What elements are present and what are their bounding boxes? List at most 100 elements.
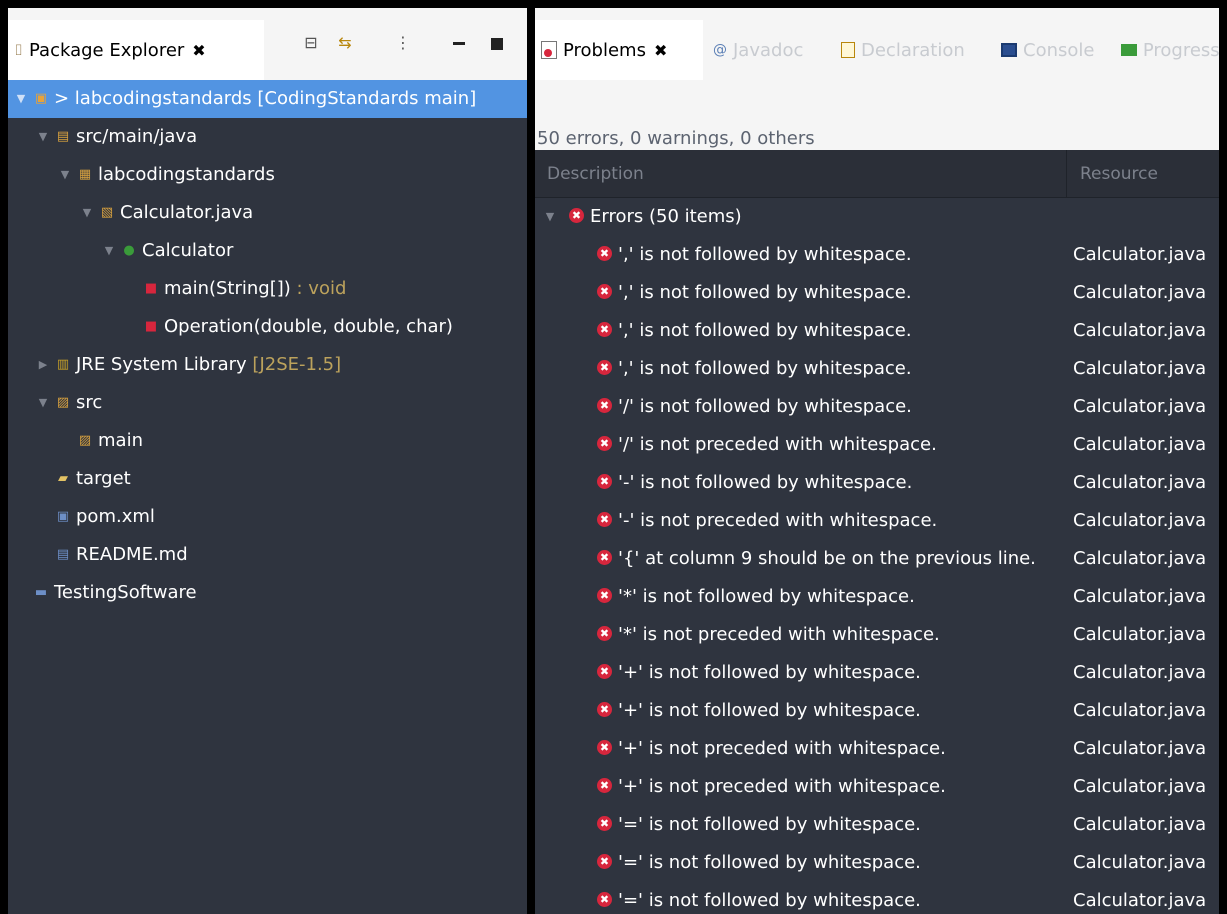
error-description: '{' at column 9 should be on the previou…: [618, 548, 1036, 569]
close-icon[interactable]: ✖: [654, 41, 667, 60]
error-description-cell: ✖ ',' is not followed by whitespace.: [535, 312, 1067, 350]
error-description-cell: ✖ '*' is not preceded with whitespace.: [535, 616, 1067, 654]
table-row[interactable]: ✖ '*' is not followed by whitespace. Calcu…: [535, 578, 1219, 616]
table-row[interactable]: ✖ '+' is not followed by whitespace. Calcu…: [535, 654, 1219, 692]
collapse-all-icon[interactable]: ⊟: [300, 32, 322, 54]
error-description-cell: ✖ '+' is not followed by whitespace.: [535, 654, 1067, 692]
tree-item[interactable]: ▼ ▧ Calculator.java: [8, 194, 527, 232]
error-description-cell: ✖ '-' is not preceded with whitespace.: [535, 502, 1067, 540]
tree-item[interactable]: ▼ ▨ src: [8, 384, 527, 422]
tree-item[interactable]: ▰ target: [8, 460, 527, 498]
tree-item[interactable]: ▼ ▤ src/main/java: [8, 118, 527, 156]
table-row[interactable]: ✖ ',' is not followed by whitespace. Calcu…: [535, 312, 1219, 350]
table-row[interactable]: ✖ ',' is not followed by whitespace. Calcu…: [535, 236, 1219, 274]
tree-item-text: src: [76, 392, 103, 413]
tree-item[interactable]: ▼ ▦ labcodingstandards: [8, 156, 527, 194]
table-row[interactable]: ✖ '{' at column 9 should be on the previo…: [535, 540, 1219, 578]
tree-item-label: Calculator: [142, 232, 233, 270]
tree-item-decoration: : void: [290, 278, 347, 299]
table-row[interactable]: ✖ '=' is not followed by whitespace. Calcu…: [535, 882, 1219, 914]
tab-label: Problems: [563, 39, 646, 61]
tree-item[interactable]: ▬ TestingSoftware: [8, 574, 527, 612]
errors-group-row[interactable]: ▼ ✖ Errors (50 items): [535, 198, 1219, 236]
tab-progress[interactable]: Progress: [1115, 20, 1219, 80]
class-icon: ●: [123, 243, 135, 258]
error-description: '+' is not followed by whitespace.: [618, 700, 921, 721]
table-row[interactable]: ✖ '/' is not followed by whitespace. Calcu…: [535, 388, 1219, 426]
eclipse-workbench: ⌷ Package Explorer ✖ ⊟ ⇆ ⋮ ▼ ▣ > labcoding…: [8, 8, 1219, 914]
column-header-description[interactable]: Description: [535, 150, 1067, 198]
tree-item-label: main(String[]) : void: [164, 270, 346, 308]
table-row[interactable]: ✖ '/' is not preceded with whitespace. Cal…: [535, 426, 1219, 464]
collapse-arrow-icon[interactable]: ▼: [36, 384, 50, 422]
minimize-icon[interactable]: [448, 32, 470, 54]
project-icon: ▣: [34, 91, 48, 106]
error-description: '=' is not followed by whitespace.: [618, 890, 921, 911]
error-resource-cell: Calculator.java: [1073, 700, 1207, 721]
table-row[interactable]: ✖ '-' is not followed by whitespace. Calcu…: [535, 464, 1219, 502]
error-description: '*' is not preceded with whitespace.: [618, 624, 940, 645]
tree-item-label: Calculator.java: [120, 194, 253, 232]
tree-item[interactable]: ▨ main: [8, 422, 527, 460]
error-icon: ✖: [597, 701, 612, 717]
error-resource-cell: Calculator.java: [1073, 396, 1207, 417]
tree-item-text: JRE System Library: [76, 354, 247, 375]
tab-console[interactable]: Console: [995, 20, 1115, 80]
expand-arrow-icon[interactable]: ▼: [543, 198, 557, 236]
declaration-icon: [841, 42, 855, 58]
tree-item[interactable]: ▤ README.md: [8, 536, 527, 574]
tree-item[interactable]: ■ main(String[]) : void: [8, 270, 527, 308]
tree-item[interactable]: ▼ ▣ > labcodingstandards [CodingStandards …: [8, 80, 527, 118]
collapse-arrow-icon[interactable]: ▼: [14, 80, 28, 118]
tab-label: Console: [1023, 39, 1095, 61]
table-row[interactable]: ✖ ',' is not followed by whitespace. Calcu…: [535, 350, 1219, 388]
folder-icon: ▨: [78, 433, 92, 448]
table-row[interactable]: ✖ '*' is not preceded with whitespace. Cal…: [535, 616, 1219, 654]
collapse-arrow-icon[interactable]: ▼: [36, 118, 50, 156]
closed-project-icon: ▬: [34, 585, 48, 600]
tree-item-text: Calculator.java: [120, 202, 254, 223]
table-header: Description Resource: [535, 150, 1219, 198]
error-resource-cell: Calculator.java: [1073, 624, 1207, 645]
table-row[interactable]: ✖ '+' is not followed by whitespace. Calcu…: [535, 692, 1219, 730]
column-header-resource[interactable]: Resource: [1068, 150, 1219, 198]
tab-declaration[interactable]: Declaration: [835, 20, 987, 80]
collapse-arrow-icon[interactable]: ▼: [80, 194, 94, 232]
tree-item-label: README.md: [76, 536, 188, 574]
error-description-cell: ✖ ',' is not followed by whitespace.: [535, 350, 1067, 388]
error-description: '-' is not preceded with whitespace.: [618, 510, 938, 531]
tab-javadoc[interactable]: @ Javadoc: [707, 20, 835, 80]
error-icon: ✖: [569, 207, 584, 223]
tree-item-text: src/main/java: [76, 126, 198, 147]
error-description-cell: ✖ '-' is not followed by whitespace.: [535, 464, 1067, 502]
error-icon: ✖: [597, 549, 612, 565]
table-row[interactable]: ✖ '=' is not followed by whitespace. Calcu…: [535, 806, 1219, 844]
table-row[interactable]: ✖ '-' is not preceded with whitespace. Cal…: [535, 502, 1219, 540]
maximize-icon[interactable]: [486, 32, 508, 54]
tree-item[interactable]: ▣ pom.xml: [8, 498, 527, 536]
table-row[interactable]: ✖ ',' is not followed by whitespace. Calcu…: [535, 274, 1219, 312]
expand-arrow-icon[interactable]: ▶: [36, 346, 50, 384]
view-menu-icon[interactable]: ⋮: [392, 32, 414, 54]
table-row[interactable]: ✖ '+' is not preceded with whitespace. Cal…: [535, 768, 1219, 806]
tree-item[interactable]: ■ Operation(double, double, char): [8, 308, 527, 346]
error-description-cell: ✖ '*' is not followed by whitespace.: [535, 578, 1067, 616]
group-label: Errors (50 items): [590, 206, 742, 227]
error-icon: ✖: [597, 435, 612, 451]
tree-item[interactable]: ▶ ▥ JRE System Library [J2SE-1.5]: [8, 346, 527, 384]
javadoc-icon: @: [713, 42, 727, 58]
problems-summary: 50 errors, 0 warnings, 0 others: [537, 128, 815, 149]
table-row[interactable]: ✖ '=' is not followed by whitespace. Calcu…: [535, 844, 1219, 882]
package-icon: ▦: [78, 167, 92, 182]
collapse-arrow-icon[interactable]: ▼: [102, 232, 116, 270]
collapse-arrow-icon[interactable]: ▼: [58, 156, 72, 194]
error-icon: ✖: [597, 321, 612, 337]
tab-problems[interactable]: Problems ✖: [535, 20, 703, 80]
tree-item[interactable]: ▼ ● Calculator: [8, 232, 527, 270]
link-with-editor-icon[interactable]: ⇆: [334, 32, 356, 54]
console-icon: [1001, 43, 1017, 57]
error-description-cell: ✖ '+' is not preceded with whitespace.: [535, 730, 1067, 768]
close-icon[interactable]: ✖: [192, 41, 205, 60]
tab-package-explorer[interactable]: ⌷ Package Explorer ✖: [8, 20, 264, 80]
table-row[interactable]: ✖ '+' is not preceded with whitespace. Cal…: [535, 730, 1219, 768]
